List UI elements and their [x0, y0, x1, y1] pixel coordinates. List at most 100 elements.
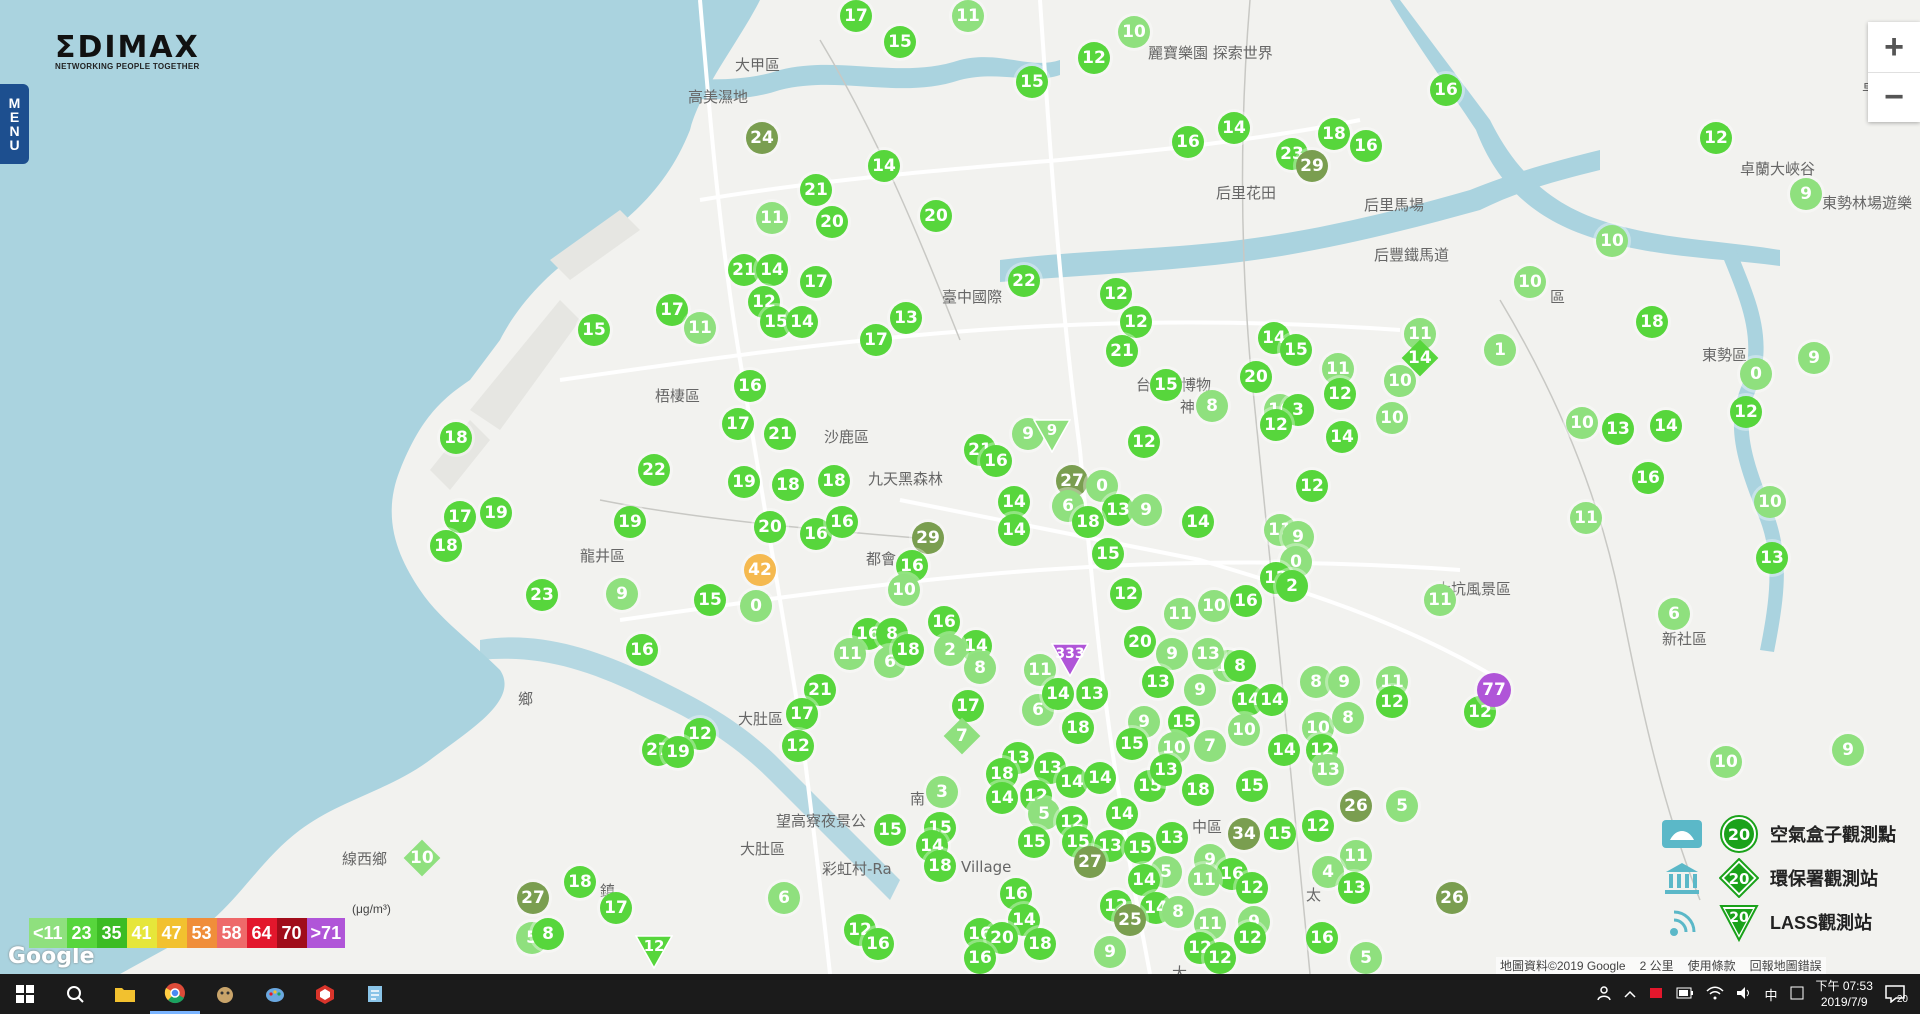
pm25-station-marker[interactable]: 8 — [1162, 896, 1194, 928]
pm25-station-marker[interactable]: 14 — [1056, 766, 1088, 798]
menu-button[interactable]: M E N U — [0, 84, 29, 164]
pm25-station-marker[interactable]: 12 — [1120, 306, 1152, 338]
pm25-station-marker[interactable]: 15 — [694, 584, 726, 616]
pm25-station-marker[interactable]: 18 — [430, 530, 462, 562]
pm25-station-marker[interactable]: 18 — [818, 465, 850, 497]
pm25-station-marker[interactable]: 2 — [1276, 570, 1308, 602]
wifi-icon[interactable] — [1706, 986, 1725, 1003]
pm25-station-marker[interactable]: 18 — [1636, 306, 1668, 338]
chevron-up-icon[interactable] — [1624, 987, 1637, 1002]
pm25-station-marker[interactable]: 9 — [1790, 178, 1822, 210]
pm25-station-marker[interactable]: 12 — [1110, 578, 1142, 610]
pm25-station-marker[interactable]: 11 — [684, 312, 716, 344]
pm25-station-marker[interactable]: 22 — [638, 454, 670, 486]
edimax-logo[interactable]: ΣDIMAX NETWORKING PEOPLE TOGETHER — [55, 30, 200, 71]
pm25-station-marker[interactable]: 16 — [734, 370, 766, 402]
pm25-station-marker[interactable]: 12 — [1302, 810, 1334, 842]
pm25-station-marker[interactable]: 26 — [1436, 882, 1468, 914]
pm25-station-marker[interactable]: 15 — [874, 814, 906, 846]
pm25-station-marker[interactable]: 21 — [800, 174, 832, 206]
pm25-station-marker[interactable]: 14 — [998, 514, 1030, 546]
pm25-station-marker[interactable]: 17 — [840, 0, 872, 32]
pm25-station-marker[interactable]: 12 — [1234, 922, 1266, 954]
pm25-station-marker[interactable]: 15 — [1236, 770, 1268, 802]
pm25-station-marker[interactable]: 12 — [1078, 42, 1110, 74]
app-button[interactable] — [200, 974, 250, 1014]
pm25-station-marker[interactable]: 20 — [920, 200, 952, 232]
pm25-station-marker[interactable]: 20 — [816, 206, 848, 238]
pm25-station-marker[interactable]: 10 — [1710, 746, 1742, 778]
pm25-station-marker[interactable]: 15 — [1124, 832, 1156, 864]
pm25-station-marker[interactable]: 16 — [826, 506, 858, 538]
pm25-station-marker[interactable]: 9 — [1094, 936, 1126, 968]
app-button[interactable] — [300, 974, 350, 1014]
pm25-station-marker[interactable]: 11 — [756, 202, 788, 234]
pm25-station-marker[interactable]: 12 — [782, 730, 814, 762]
start-button[interactable] — [0, 974, 50, 1014]
pm25-station-marker[interactable]: 11 — [1188, 864, 1220, 896]
pm25-station-marker[interactable]: 11 — [834, 638, 866, 670]
pm25-station-marker[interactable]: 25 — [1114, 904, 1146, 936]
pm25-station-marker[interactable]: 18 — [1318, 118, 1350, 150]
pm25-station-marker[interactable]: 10 — [888, 574, 920, 606]
pm25-station-marker[interactable]: 16 — [1632, 462, 1664, 494]
pm25-station-marker[interactable]: 8 — [1332, 702, 1364, 734]
pm25-station-marker[interactable]: 5 — [1386, 790, 1418, 822]
pm25-station-marker[interactable]: 11 — [1340, 840, 1372, 872]
app-button[interactable] — [250, 974, 300, 1014]
pm25-station-marker[interactable]: 8 — [964, 652, 996, 684]
pm25-station-marker[interactable]: 26 — [1340, 790, 1372, 822]
pm25-station-marker[interactable]: 20 — [1124, 626, 1156, 658]
pm25-station-marker[interactable]: 18 — [1072, 506, 1104, 538]
pm25-station-marker[interactable]: 9 — [1130, 494, 1162, 526]
pm25-station-marker[interactable]: 15 — [1150, 369, 1182, 401]
pm25-station-marker[interactable]: 13 — [1192, 638, 1224, 670]
pm25-station-marker[interactable]: 11 — [1570, 502, 1602, 534]
lass-station-marker[interactable]: 12 — [635, 935, 673, 969]
lass-station-marker[interactable]: 333 — [1051, 643, 1089, 677]
pm25-station-marker[interactable]: 21 — [1106, 335, 1138, 367]
volume-icon[interactable] — [1736, 986, 1752, 1003]
pm25-station-marker[interactable]: 18 — [892, 634, 924, 666]
pm25-station-marker[interactable]: 9 — [1328, 666, 1360, 698]
pm25-station-marker[interactable]: 18 — [924, 850, 956, 882]
pm25-station-marker[interactable]: 14 — [1268, 734, 1300, 766]
pm25-station-marker[interactable]: 18 — [1024, 928, 1056, 960]
pm25-station-marker[interactable]: 14 — [786, 306, 818, 338]
pm25-station-marker[interactable]: 17 — [444, 501, 476, 533]
pm25-station-marker[interactable]: 13 — [1312, 754, 1344, 786]
pm25-station-marker[interactable]: 16 — [964, 942, 996, 974]
pm25-station-marker[interactable]: 14 — [1182, 506, 1214, 538]
pm25-station-marker[interactable]: 12 — [1700, 122, 1732, 154]
file-explorer-button[interactable] — [100, 974, 150, 1014]
pm25-station-marker[interactable]: 15 — [1116, 728, 1148, 760]
pm25-station-marker[interactable]: 14 — [1106, 798, 1138, 830]
pm25-station-marker[interactable]: 17 — [800, 266, 832, 298]
pm25-station-marker[interactable]: 18 — [1182, 774, 1214, 806]
pm25-station-marker[interactable]: 15 — [1280, 334, 1312, 366]
pm25-station-marker[interactable]: 8 — [532, 918, 564, 950]
security-icon[interactable] — [1648, 985, 1664, 1004]
pm25-station-marker[interactable]: 77 — [1477, 673, 1511, 707]
pm25-station-marker[interactable]: 19 — [662, 736, 694, 768]
terms-link[interactable]: 使用條款 — [1688, 957, 1736, 974]
pm25-station-marker[interactable]: 0 — [1740, 358, 1772, 390]
pm25-station-marker[interactable]: 13 — [1602, 413, 1634, 445]
pm25-station-marker[interactable]: 12 — [1324, 378, 1356, 410]
pm25-station-marker[interactable]: 15 — [1092, 538, 1124, 570]
pm25-station-marker[interactable]: 14 — [1326, 421, 1358, 453]
pm25-station-marker[interactable]: 12 — [1296, 470, 1328, 502]
pm25-station-marker[interactable]: 17 — [952, 690, 984, 722]
pm25-station-marker[interactable]: 14 — [868, 150, 900, 182]
pm25-station-marker[interactable]: 12 — [1236, 872, 1268, 904]
pm25-station-marker[interactable]: 29 — [1296, 150, 1328, 182]
pm25-station-marker[interactable]: 8 — [1224, 650, 1256, 682]
pm25-station-marker[interactable]: 6 — [768, 882, 800, 914]
pm25-station-marker[interactable]: 11 — [1164, 598, 1196, 630]
lass-station-marker[interactable]: 9 — [1033, 419, 1071, 453]
search-button[interactable] — [50, 974, 100, 1014]
pm25-station-marker[interactable]: 34 — [1228, 818, 1260, 850]
map-canvas[interactable]: 高美濕地 大甲區 麗寶樂園 探索世界 后里花田 后里馬場 后豐鐵馬道 臺中國際 梧棲區 沙鹿區九… — [0, 0, 1920, 974]
pm25-station-marker[interactable]: 6 — [1658, 598, 1690, 630]
pm25-station-marker[interactable]: 10 — [1228, 714, 1260, 746]
